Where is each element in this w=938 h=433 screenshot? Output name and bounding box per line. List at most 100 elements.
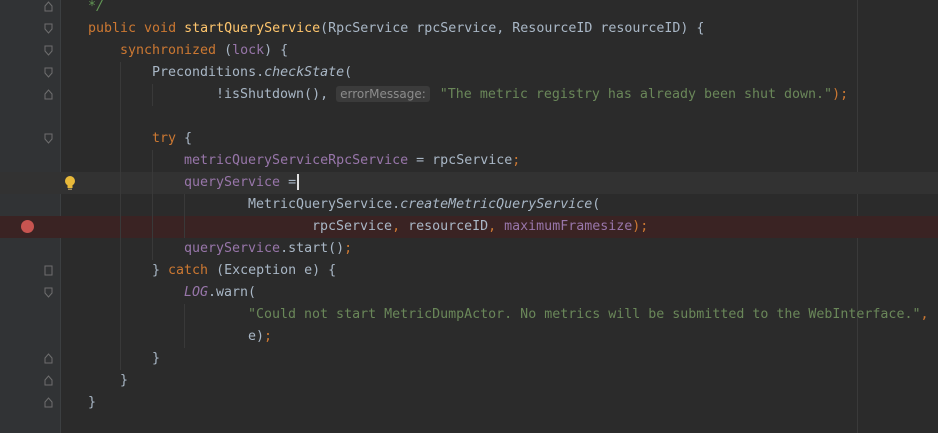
code-line[interactable] (0, 106, 938, 128)
code-text: !isShutdown(), errorMessage: "The metric… (216, 84, 848, 106)
code-token: startQueryService (184, 21, 321, 36)
code-token: queryService (184, 175, 281, 190)
code-line[interactable]: synchronized (lock) { (0, 40, 938, 62)
code-token: try (152, 131, 185, 146)
code-token: ( (592, 197, 601, 212)
fold-marker-icon[interactable] (44, 265, 53, 276)
code-token: synchronized (120, 43, 225, 58)
code-line[interactable]: rpcService, resourceID, maximumFramesize… (0, 216, 938, 238)
code-token: ); (632, 219, 649, 234)
code-text: Preconditions.checkState( (152, 62, 352, 84)
code-token: } (152, 263, 169, 278)
code-token: } (120, 373, 129, 388)
code-line[interactable]: metricQueryServiceRpcService = rpcServic… (0, 150, 938, 172)
code-token: catch (168, 263, 217, 278)
fold-marker-icon[interactable] (44, 287, 53, 298)
code-text: queryService = (184, 172, 299, 194)
code-text: metricQueryServiceRpcService = rpcServic… (184, 150, 520, 172)
code-line[interactable]: } catch (Exception e) { (0, 260, 938, 282)
code-line[interactable]: Preconditions.checkState( (0, 62, 938, 84)
code-token: } (88, 395, 97, 410)
code-token: { (184, 131, 193, 146)
fold-marker-icon[interactable] (44, 397, 53, 408)
code-line[interactable]: } (0, 348, 938, 370)
code-text: } (120, 370, 128, 392)
fold-marker-icon[interactable] (44, 133, 53, 144)
code-token: checkState (264, 65, 345, 80)
code-token: "Could not start MetricDumpActor. No met… (248, 307, 921, 322)
fold-marker-icon[interactable] (44, 67, 53, 78)
code-token: queryService (184, 241, 281, 256)
code-token: e) (248, 329, 265, 344)
code-text: try { (152, 128, 192, 150)
indent-guide (184, 304, 185, 348)
code-token: } (152, 351, 161, 366)
code-text: LOG.warn( (184, 282, 256, 304)
code-token: , (392, 219, 409, 234)
code-token: public (88, 21, 145, 36)
code-token: "The metric registry has already been sh… (431, 87, 833, 102)
fold-marker-icon[interactable] (44, 89, 53, 100)
code-line[interactable]: e); (0, 326, 938, 348)
code-token: ; (264, 329, 273, 344)
code-editor[interactable]: */ public void startQueryService(RpcServi… (0, 0, 938, 433)
code-token: ); (832, 87, 849, 102)
breakpoint-icon[interactable] (21, 220, 34, 233)
fold-marker-icon[interactable] (44, 45, 53, 56)
code-token: metricQueryServiceRpcService (184, 153, 409, 168)
indent-guide (152, 150, 153, 260)
fold-marker-icon[interactable] (44, 23, 53, 34)
code-line[interactable]: queryService.start(); (0, 238, 938, 260)
code-text: synchronized (lock) { (120, 40, 288, 62)
code-token: !isShutdown(), (216, 87, 337, 102)
code-token: */ (88, 0, 105, 14)
lightbulb-icon[interactable] (64, 175, 76, 191)
code-token: ) { (264, 43, 289, 58)
code-line[interactable]: } (0, 370, 938, 392)
code-text: */ (88, 0, 104, 18)
code-token: = (280, 175, 297, 190)
indent-guide (120, 62, 121, 370)
text-caret (297, 174, 299, 190)
code-token: ; (344, 241, 353, 256)
code-line[interactable]: } (0, 392, 938, 414)
code-token: , (920, 307, 929, 322)
code-line[interactable]: LOG.warn( (0, 282, 938, 304)
code-line[interactable]: */ (0, 0, 938, 18)
code-token: .start() (280, 241, 345, 256)
code-text: rpcService, resourceID, maximumFramesize… (312, 216, 648, 238)
indent-guide (152, 84, 153, 106)
indent-guide (184, 194, 185, 238)
code-token: = rpcService (408, 153, 513, 168)
code-text: public void startQueryService(RpcService… (88, 18, 704, 40)
code-token: MetricQueryService. (248, 197, 401, 212)
code-token: createMetricQueryService (400, 197, 593, 212)
code-text: "Could not start MetricDumpActor. No met… (248, 304, 928, 326)
fold-marker-icon[interactable] (44, 1, 53, 12)
code-text: } (88, 392, 96, 414)
code-line[interactable]: public void startQueryService(RpcService… (0, 18, 938, 40)
code-token: rpcService (312, 219, 393, 234)
code-token: , (488, 219, 505, 234)
parameter-hint: errorMessage: (336, 86, 430, 102)
code-token: (Exception e) { (216, 263, 337, 278)
code-line[interactable]: queryService = (0, 172, 938, 194)
code-line[interactable]: "Could not start MetricDumpActor. No met… (0, 304, 938, 326)
code-text: } catch (Exception e) { (152, 260, 336, 282)
code-token: ( (224, 43, 233, 58)
code-text: e); (248, 326, 272, 348)
fold-marker-icon[interactable] (44, 375, 53, 386)
fold-marker-icon[interactable] (44, 353, 53, 364)
code-line[interactable]: !isShutdown(), errorMessage: "The metric… (0, 84, 938, 106)
code-token: ; (512, 153, 521, 168)
code-token: ( (344, 65, 353, 80)
code-token: .warn( (208, 285, 257, 300)
code-line[interactable]: try { (0, 128, 938, 150)
code-token: LOG (184, 285, 209, 300)
code-text: } (152, 348, 160, 370)
code-text: MetricQueryService.createMetricQueryServ… (248, 194, 600, 216)
code-token: void (144, 21, 185, 36)
code-token: (RpcService rpcService, ResourceID resou… (320, 21, 705, 36)
code-line[interactable]: MetricQueryService.createMetricQueryServ… (0, 194, 938, 216)
code-token: Preconditions. (152, 65, 265, 80)
